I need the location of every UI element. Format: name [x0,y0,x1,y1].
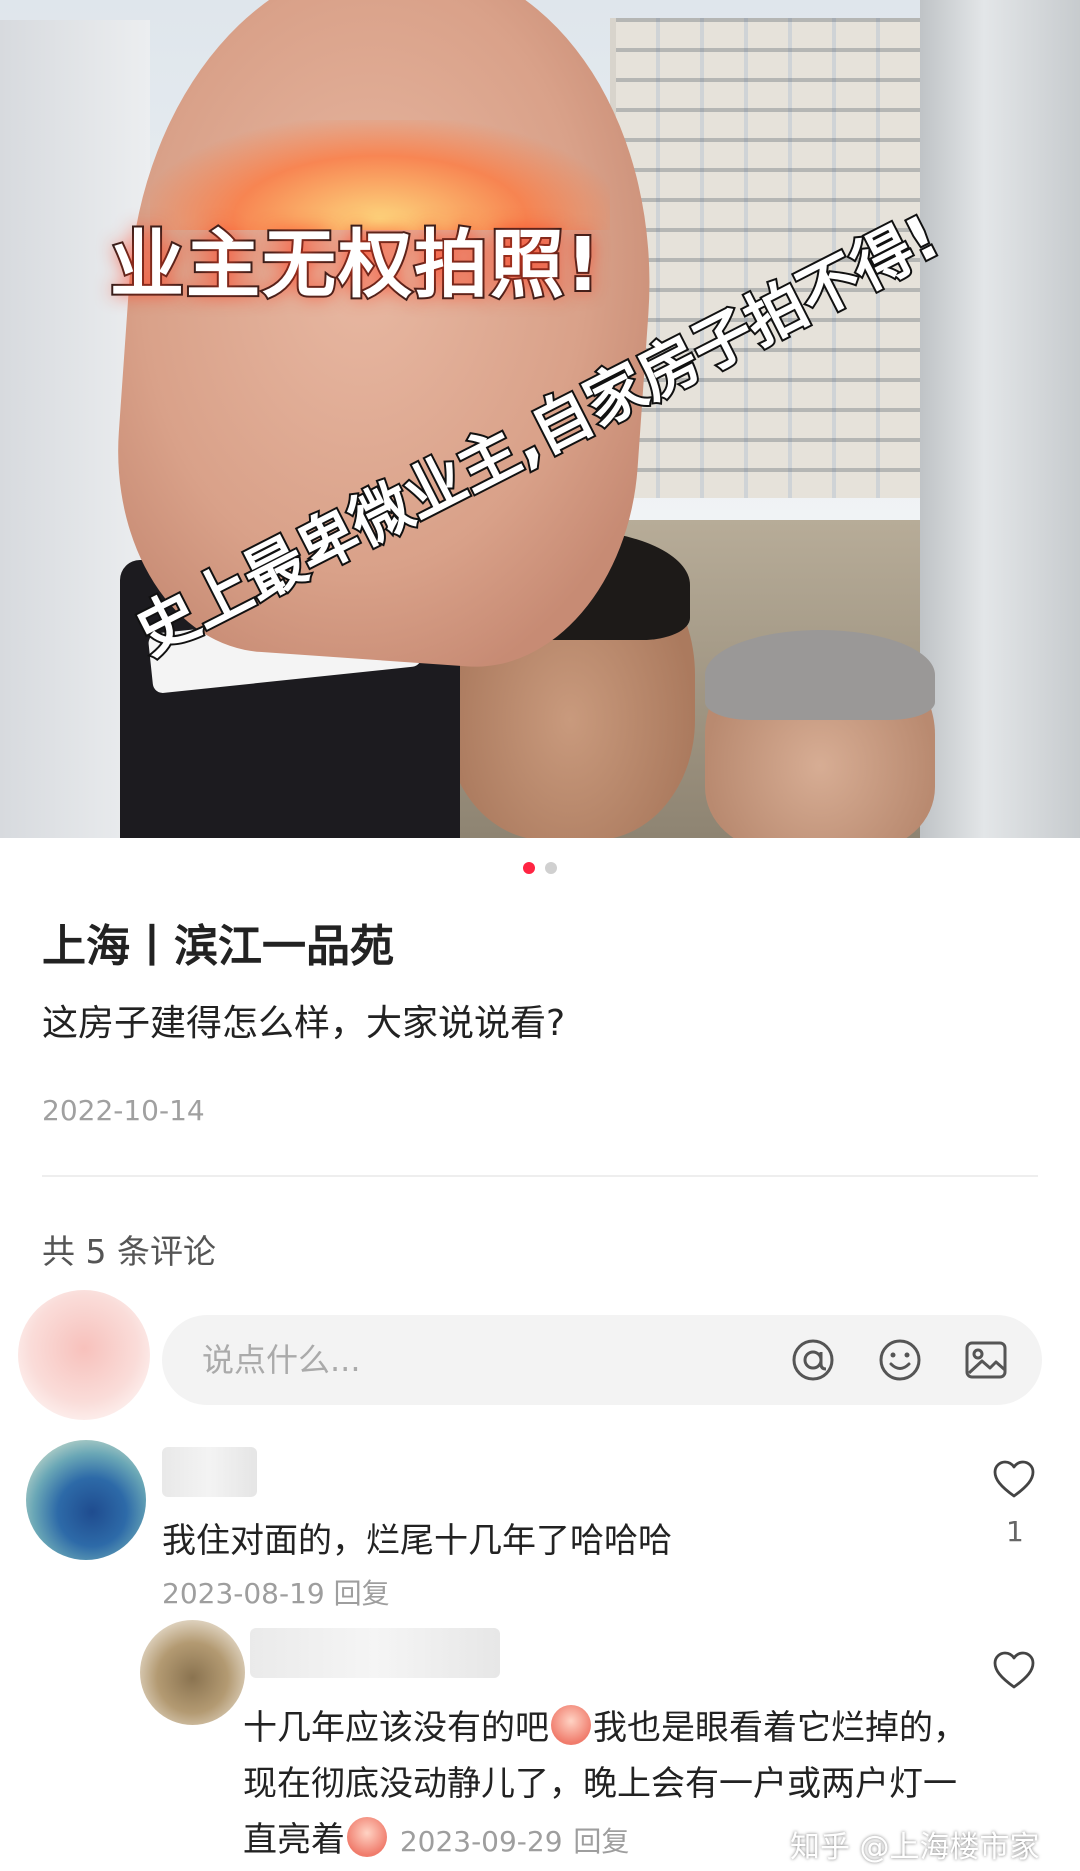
image-icon[interactable] [963,1337,1009,1383]
image-pillar [920,0,1080,838]
reply-avatar[interactable] [140,1620,245,1725]
comment-meta: 2023-08-19 回复 [162,1572,390,1612]
like-heart-icon[interactable] [992,1650,1036,1690]
post-body: 这房子建得怎么样，大家说说看? [42,1003,566,1044]
pager-dot-active[interactable] [523,862,535,874]
comment-count: 共 5 条评论 [42,1232,216,1271]
comment-text: 我住对面的，烂尾十几年了哈哈哈 [162,1521,672,1561]
like-heart-icon[interactable] [992,1459,1036,1499]
comment-date: 2023-08-19 [162,1577,325,1610]
like-count: 1 [1006,1515,1024,1548]
emoji-icon[interactable] [877,1337,923,1383]
reply-button[interactable]: 回复 [573,1825,629,1858]
crying-emoji-icon [551,1705,591,1745]
commenter-avatar[interactable] [26,1440,146,1560]
watermark: 知乎 @上海楼市家 [790,1830,1040,1865]
reply-name-blurred[interactable] [250,1628,500,1678]
pager-dot[interactable] [545,862,557,874]
post-image[interactable]: 业主无权拍照! 史上最卑微业主,自家房子拍不得! [0,0,1080,838]
reply-text-part1: 十几年应该没有的吧 [243,1708,549,1748]
at-icon[interactable] [790,1337,836,1383]
image-pager [0,862,1080,874]
post-title: 上海丨滨江一品苑 [42,921,394,972]
comment-input-bar[interactable] [162,1315,1042,1405]
commenter-name-blurred[interactable] [162,1447,257,1497]
divider [42,1175,1038,1177]
reply-date: 2023-09-29 [399,1825,563,1858]
my-avatar[interactable] [18,1290,150,1420]
post-date: 2022-10-14 [42,1094,205,1127]
reply-button[interactable]: 回复 [334,1577,390,1610]
comment-input[interactable] [202,1315,702,1405]
image-person-2-hair [705,630,935,720]
crying-emoji-icon [347,1817,387,1857]
image-overlay-text-1: 业主无权拍照! [108,220,602,310]
